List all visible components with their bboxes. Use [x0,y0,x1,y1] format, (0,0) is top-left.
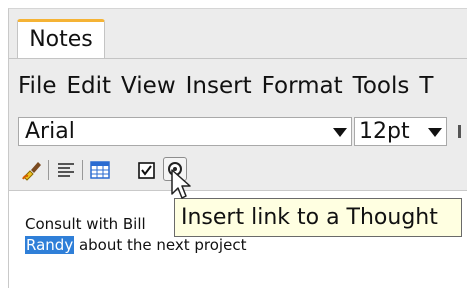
paint-brush-icon[interactable] [21,159,43,181]
tooltip-text: Insert link to a Thought [181,205,438,230]
mouse-pointer-icon [171,169,191,199]
menu-file[interactable]: File [18,73,57,99]
menu-edit[interactable]: Edit [67,73,112,99]
table-icon[interactable] [89,159,111,181]
font-size-value: 12pt [359,119,410,144]
tooltip: Insert link to a Thought [174,198,462,237]
font-family-value: Arial [25,119,75,144]
insert-toolbar [9,150,467,190]
menu-bar: File Edit View Insert Format Tools T [9,59,467,113]
chevron-down-icon[interactable] [333,128,347,137]
format-toolbar: Arial 12pt [9,113,467,150]
notes-window: Notes File Edit View Insert Format Tools… [8,8,467,288]
menu-insert[interactable]: Insert [186,73,252,99]
editor-text-line-2: about the next project [74,236,247,254]
menu-view[interactable]: View [121,73,176,99]
font-size-select[interactable]: 12pt [354,117,447,146]
toolbar-separator [48,160,49,180]
tab-notes-label: Notes [29,27,93,52]
toolbar-overflow-edge [458,125,461,138]
chevron-down-icon[interactable] [428,128,442,137]
menu-truncated[interactable]: T [419,73,433,99]
selected-text: Randy [25,236,75,254]
font-family-select[interactable]: Arial [18,117,352,146]
align-icon[interactable] [55,159,77,181]
editor-text-line-1: Consult with Bill [25,215,146,233]
tab-notes[interactable]: Notes [17,19,105,59]
menu-format[interactable]: Format [262,73,343,99]
toolbar-separator [82,160,83,180]
checkbox-icon[interactable] [136,159,158,181]
menu-tools[interactable]: Tools [353,73,410,99]
editor-line-1: Consult with Bill [25,215,146,233]
editor-line-2: Randy about the next project [25,236,246,254]
